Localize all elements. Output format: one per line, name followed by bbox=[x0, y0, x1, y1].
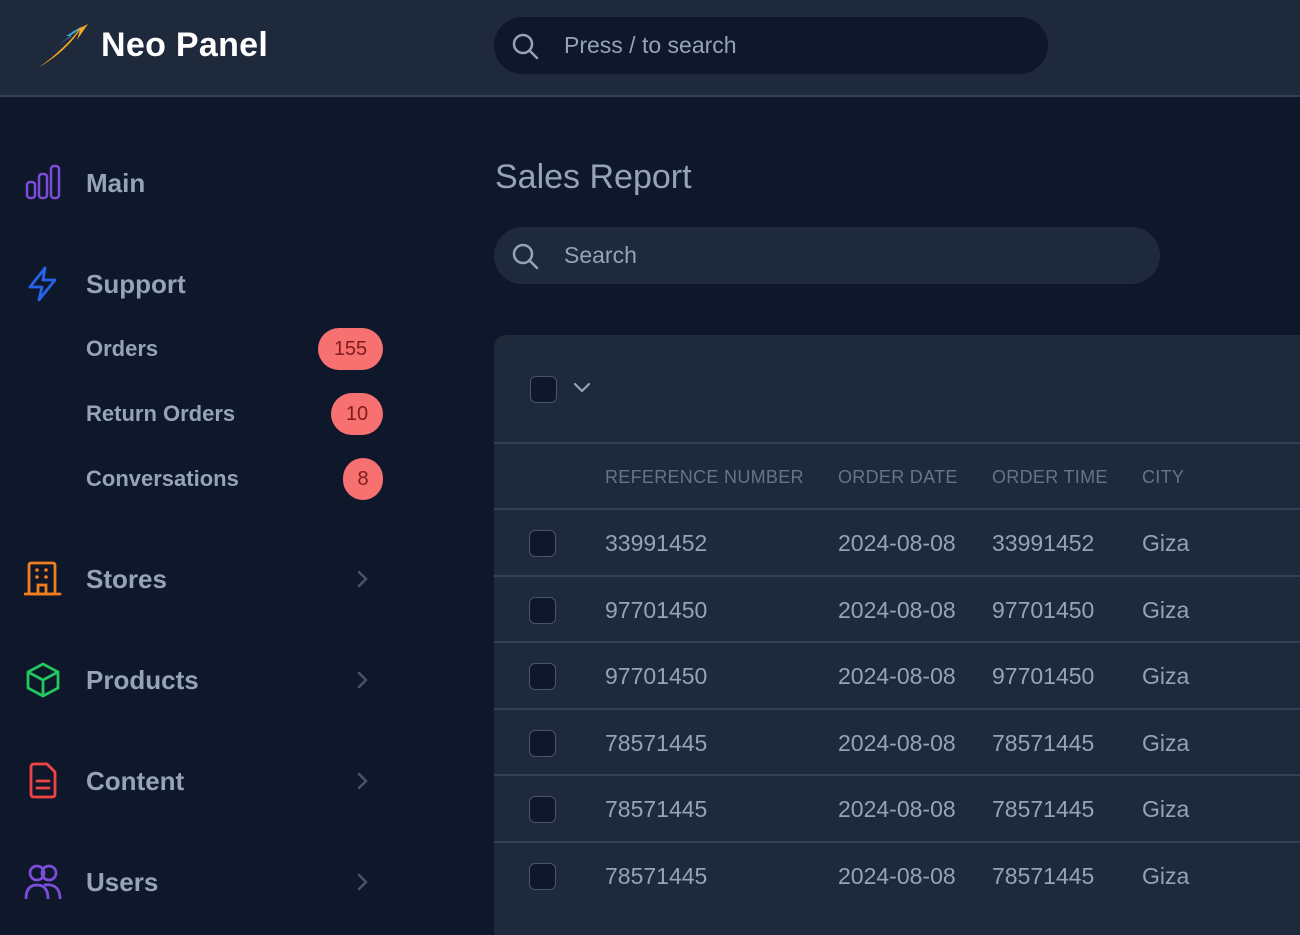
select-all-checkbox[interactable] bbox=[530, 376, 557, 403]
cell-reference-number: 78571445 bbox=[605, 862, 708, 889]
chevron-right-icon bbox=[357, 671, 368, 689]
bar-chart-icon bbox=[25, 164, 61, 200]
cell-city: Giza bbox=[1142, 729, 1190, 756]
table-toolbar bbox=[494, 335, 1300, 444]
sidebar: Main Support Orders 155 Return Orders 10… bbox=[0, 97, 460, 900]
cell-reference-number: 78571445 bbox=[605, 729, 708, 756]
table-row[interactable]: 78571445 2024-08-08 78571445 Giza bbox=[494, 843, 1300, 910]
cell-order-date: 2024-08-08 bbox=[838, 530, 956, 556]
brand-name: Neo Panel bbox=[101, 26, 269, 64]
column-header-reference-number[interactable]: REFERENCE NUMBER bbox=[605, 444, 804, 510]
sidebar-item-stores[interactable]: Stores bbox=[0, 549, 460, 609]
sidebar-item-label: Users bbox=[86, 866, 159, 897]
column-header-order-date[interactable]: ORDER DATE bbox=[838, 444, 958, 510]
report-search-placeholder: Search bbox=[564, 242, 637, 268]
count-badge: 10 bbox=[331, 393, 383, 435]
cell-order-time: 78571445 bbox=[992, 862, 1095, 889]
sidebar-item-label: Support bbox=[86, 268, 186, 299]
lightning-icon bbox=[28, 266, 57, 302]
sidebar-item-main[interactable]: Main bbox=[0, 153, 460, 213]
table-row[interactable]: 78571445 2024-08-08 78571445 Giza bbox=[494, 776, 1300, 843]
cell-order-time: 97701450 bbox=[992, 663, 1095, 689]
chevron-right-icon bbox=[357, 570, 368, 588]
row-checkbox[interactable] bbox=[529, 530, 556, 557]
top-bar: Neo Panel Press / to search bbox=[0, 0, 1300, 97]
sidebar-item-support[interactable]: Support bbox=[0, 254, 460, 314]
report-search-input[interactable]: Search bbox=[494, 227, 1160, 284]
sidebar-subitem-return-orders[interactable]: Return Orders 10 bbox=[0, 389, 460, 439]
chevron-down-icon[interactable] bbox=[572, 381, 592, 395]
page-title: Sales Report bbox=[495, 158, 692, 196]
sidebar-item-label: Main bbox=[86, 167, 146, 198]
cell-order-date: 2024-08-08 bbox=[838, 729, 956, 756]
sales-table: REFERENCE NUMBER ORDER DATE ORDER TIME C… bbox=[494, 335, 1300, 935]
global-search-input[interactable]: Press / to search bbox=[494, 17, 1048, 74]
cell-city: Giza bbox=[1142, 796, 1190, 822]
sidebar-item-label: Stores bbox=[86, 563, 167, 594]
count-badge: 8 bbox=[343, 458, 383, 500]
count-badge: 155 bbox=[318, 328, 383, 370]
cell-city: Giza bbox=[1142, 663, 1190, 689]
table-header: REFERENCE NUMBER ORDER DATE ORDER TIME C… bbox=[494, 444, 1300, 510]
row-checkbox[interactable] bbox=[529, 796, 556, 823]
sidebar-subitem-label: Return Orders bbox=[86, 401, 236, 426]
search-icon bbox=[512, 243, 539, 269]
sidebar-subitem-conversations[interactable]: Conversations 8 bbox=[0, 454, 460, 504]
sidebar-item-content[interactable]: Content bbox=[0, 751, 460, 811]
document-icon bbox=[29, 762, 57, 799]
cell-order-time: 78571445 bbox=[992, 796, 1095, 822]
sidebar-subitem-label: Orders bbox=[86, 336, 159, 361]
search-icon bbox=[512, 33, 539, 59]
cell-reference-number: 97701450 bbox=[605, 663, 708, 689]
cell-city: Giza bbox=[1142, 530, 1190, 556]
cell-order-date: 2024-08-08 bbox=[838, 663, 956, 689]
sidebar-item-products[interactable]: Products bbox=[0, 650, 460, 710]
sidebar-item-users[interactable]: Users bbox=[0, 852, 460, 912]
table-row[interactable]: 78571445 2024-08-08 78571445 Giza bbox=[494, 710, 1300, 776]
chevron-right-icon bbox=[357, 873, 368, 891]
building-icon bbox=[24, 561, 62, 596]
cell-order-time: 33991452 bbox=[992, 530, 1095, 556]
logo-icon bbox=[38, 24, 88, 68]
cell-reference-number: 33991452 bbox=[605, 530, 708, 556]
cube-icon bbox=[26, 662, 60, 698]
sidebar-item-label: Products bbox=[86, 664, 199, 695]
cell-order-time: 97701450 bbox=[992, 596, 1095, 623]
row-checkbox[interactable] bbox=[529, 663, 556, 690]
column-header-city[interactable]: CITY bbox=[1142, 444, 1184, 510]
cell-reference-number: 97701450 bbox=[605, 596, 708, 623]
sidebar-item-label: Content bbox=[86, 765, 185, 796]
cell-order-date: 2024-08-08 bbox=[838, 796, 956, 822]
cell-city: Giza bbox=[1142, 862, 1190, 889]
table-row[interactable]: 97701450 2024-08-08 97701450 Giza bbox=[494, 577, 1300, 643]
cell-order-date: 2024-08-08 bbox=[838, 596, 956, 623]
row-checkbox[interactable] bbox=[529, 729, 556, 757]
global-search-placeholder: Press / to search bbox=[564, 32, 737, 58]
sidebar-subitem-orders[interactable]: Orders 155 bbox=[0, 324, 460, 374]
row-checkbox[interactable] bbox=[529, 596, 556, 624]
sidebar-subitem-label: Conversations bbox=[86, 466, 239, 491]
cell-city: Giza bbox=[1142, 596, 1190, 623]
cell-order-time: 78571445 bbox=[992, 729, 1095, 756]
table-row[interactable]: 97701450 2024-08-08 97701450 Giza bbox=[494, 643, 1300, 710]
cell-order-date: 2024-08-08 bbox=[838, 862, 956, 889]
column-header-order-time[interactable]: ORDER TIME bbox=[992, 444, 1108, 510]
users-icon bbox=[24, 864, 62, 900]
chevron-right-icon bbox=[357, 772, 368, 790]
cell-reference-number: 78571445 bbox=[605, 796, 708, 822]
table-row[interactable]: 33991452 2024-08-08 33991452 Giza bbox=[494, 510, 1300, 577]
row-checkbox[interactable] bbox=[529, 862, 556, 890]
